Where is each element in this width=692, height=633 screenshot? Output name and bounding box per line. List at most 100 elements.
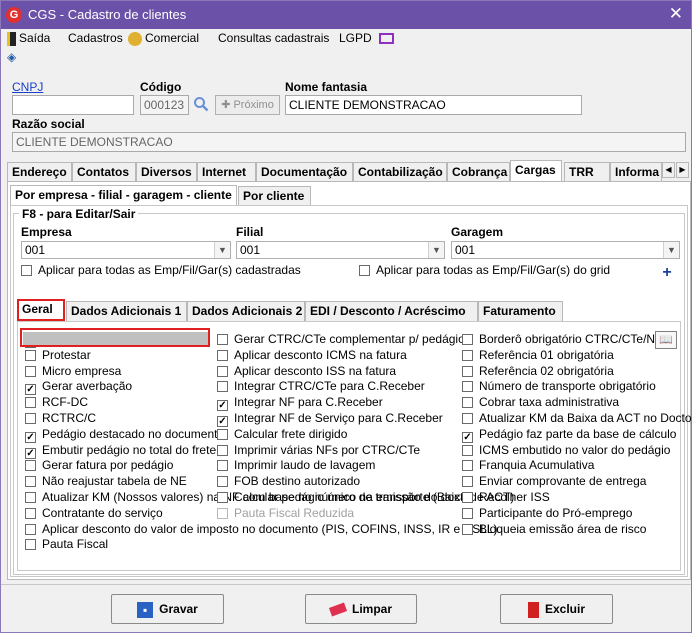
checkbox-recolher-iss[interactable]: Recolher ISS bbox=[462, 490, 550, 505]
close-window-button[interactable]: ✕ bbox=[669, 4, 683, 24]
checkbox-pauta-fiscal[interactable]: Pauta Fiscal bbox=[25, 537, 108, 552]
tab-endereco[interactable]: Endereço bbox=[7, 162, 72, 182]
tab-internet[interactable]: Internet bbox=[197, 162, 256, 182]
tab-dados-adicionais-2[interactable]: Dados Adicionais 2 bbox=[187, 301, 305, 321]
codigo-field[interactable]: 000123 bbox=[140, 95, 189, 115]
checkbox-icms-embutido-no-valor-do-pedagio[interactable]: ICMS embutido no valor do pedágio bbox=[462, 443, 670, 458]
checkbox-label: Pedágio faz parte da base de cálculo bbox=[479, 426, 677, 441]
empresa-select[interactable]: 001 ▼ bbox=[21, 241, 231, 259]
checkbox-fob-destino-autorizado[interactable]: FOB destino autorizado bbox=[217, 474, 360, 489]
checkbox-gerar-averbacao[interactable]: ✓ Gerar averbação bbox=[25, 379, 133, 396]
checkbox-box bbox=[462, 507, 473, 519]
tab-dados-adicionais-1[interactable]: Dados Adicionais 1 bbox=[66, 301, 187, 321]
checkbox-rcf-dc[interactable]: RCF-DC bbox=[25, 395, 88, 410]
cnpj-field[interactable] bbox=[12, 95, 134, 115]
checkbox-numero-de-transporte-obrigatorio[interactable]: Número de transporte obrigatório bbox=[462, 379, 656, 394]
checkbox-label: Calcular pedágio único na emissão do doc… bbox=[234, 490, 471, 504]
checkbox-label: Gerar fatura por pedágio bbox=[42, 458, 174, 473]
menu-saida[interactable]: Saída bbox=[7, 29, 50, 47]
book-icon[interactable]: 📖 bbox=[655, 331, 677, 349]
checkbox-protestar[interactable]: Protestar bbox=[25, 348, 91, 363]
diamond-icon[interactable]: ◈ bbox=[7, 51, 21, 63]
tab-edi-desconto-acrescimo[interactable]: EDI / Desconto / Acréscimo bbox=[305, 301, 478, 321]
tab-por-cliente[interactable]: Por cliente bbox=[238, 186, 311, 206]
clear-button[interactable]: Limpar bbox=[305, 594, 417, 624]
checkbox-bloqueia-emissao-area-de-risco[interactable]: Bloqueia emissão área de risco bbox=[462, 522, 646, 537]
tab-informa[interactable]: Informa bbox=[610, 162, 662, 182]
tab-por-empresa[interactable]: Por empresa - filial - garagem - cliente bbox=[10, 185, 237, 206]
checkbox-integrar-ctrc-cte-para-c-receber[interactable]: Integrar CTRC/CTe para C.Receber bbox=[217, 379, 425, 394]
checkbox-pauta-fiscal-reduzida[interactable]: Pauta Fiscal Reduzida bbox=[217, 506, 354, 521]
checkbox-imprimir-laudo-de-lavagem[interactable]: Imprimir laudo de lavagem bbox=[217, 458, 375, 473]
checkbox-box bbox=[462, 397, 473, 409]
checkbox-box bbox=[217, 492, 228, 503]
save-button[interactable]: ▪ Gravar bbox=[111, 594, 224, 624]
checkbox-rctrc-c[interactable]: RCTRC/C bbox=[25, 411, 96, 426]
checkbox-integrar-nf-para-c-receber[interactable]: ✓ Integrar NF para C.Receber bbox=[217, 395, 383, 412]
checkbox-box bbox=[25, 413, 36, 424]
checkbox-franquia-acumulativa[interactable]: Franquia Acumulativa bbox=[462, 458, 594, 473]
tab-documentacao[interactable]: Documentação bbox=[256, 162, 353, 182]
apply-all-grid-checkbox[interactable]: Aplicar para todas as Emp/Fil/Gar(s) do … bbox=[359, 263, 610, 278]
eraser-icon bbox=[328, 602, 348, 617]
menu-cadastros[interactable]: Cadastros bbox=[68, 29, 123, 47]
checkbox-aplicar-desconto-do-valor-de-imposto-no-[interactable]: Aplicar desconto do valor de imposto no … bbox=[25, 522, 498, 537]
cnpj-label[interactable]: CNPJ bbox=[12, 80, 43, 94]
checkbox-aplicar-desconto-icms-na-fatura[interactable]: Aplicar desconto ICMS na fatura bbox=[217, 348, 407, 363]
checkbox-calcular-frete-dirigido[interactable]: Calcular frete dirigido bbox=[217, 427, 347, 442]
checkbox-box bbox=[462, 523, 473, 535]
checkbox-cobrar-taxa-administrativa[interactable]: Cobrar taxa administrativa bbox=[462, 395, 619, 410]
tab-scroll-right-icon[interactable]: ▶ bbox=[676, 162, 689, 178]
chevron-down-icon: ▼ bbox=[214, 242, 230, 258]
delete-button[interactable]: Excluir bbox=[500, 594, 613, 624]
search-icon[interactable] bbox=[193, 96, 209, 112]
checkbox-pedagio-destacado-no-documento[interactable]: ✓ Pedágio destacado no documento bbox=[25, 427, 224, 443]
checkbox-bordero-obrigatorio-ctrc-cte-nf[interactable]: Borderô obrigatório CTRC/CTe/NF bbox=[462, 332, 662, 347]
checkbox-embutir-pedagio-no-total-do-frete[interactable]: ✓ Embutir pedágio no total do frete bbox=[25, 443, 216, 459]
checkbox-label: Calcular frete dirigido bbox=[234, 426, 348, 441]
checkbox-pedagio-faz-parte-da-base-de-calculo[interactable]: ✓ Pedágio faz parte da base de cálculo bbox=[462, 426, 677, 443]
checkbox-enviar-comprovante-de-entrega[interactable]: Enviar comprovante de entrega bbox=[462, 474, 646, 489]
apply-all-registered-checkbox[interactable]: Aplicar para todas as Emp/Fil/Gar(s) cad… bbox=[21, 263, 301, 278]
checkbox-gerar-ctrc-cte-complementar-p-pedagio[interactable]: Gerar CTRC/CTe complementar p/ pedágio bbox=[217, 332, 465, 347]
filial-select[interactable]: 001 ▼ bbox=[236, 241, 445, 259]
checkbox-box bbox=[462, 349, 473, 361]
add-icon[interactable]: + bbox=[659, 265, 675, 281]
next-button[interactable]: ✚ Próximo bbox=[215, 95, 280, 115]
checkbox-label: Bloqueia emissão área de risco bbox=[479, 521, 647, 536]
tab-cobranca[interactable]: Cobrança bbox=[447, 162, 510, 182]
checkbox-participante-do-pro-emprego[interactable]: Participante do Pró-emprego bbox=[462, 506, 632, 521]
checkbox-imprimir-varias-nfs-por-ctrc-cte[interactable]: Imprimir várias NFs por CTRC/CTe bbox=[217, 443, 420, 458]
tab-scroll-left-icon[interactable]: ◀ bbox=[662, 162, 675, 178]
tab-faturamento[interactable]: Faturamento bbox=[478, 301, 563, 321]
checkbox-calcular-pedagio-unico-na-emissao-do-doc[interactable]: Calcular pedágio único na emissão do doc… bbox=[217, 490, 470, 505]
checkbox-micro-empresa[interactable]: Micro empresa bbox=[25, 364, 121, 379]
nome-fantasia-field[interactable]: CLIENTE DEMONSTRACAO bbox=[285, 95, 582, 115]
menu-lgpd[interactable]: LGPD bbox=[339, 29, 397, 47]
checkbox-label: Gerar averbação bbox=[42, 379, 133, 394]
checkmark-icon: ✓ bbox=[25, 384, 36, 396]
tab-diversos[interactable]: Diversos bbox=[136, 162, 197, 182]
checkbox-label: Recolher ISS bbox=[479, 490, 550, 504]
checkbox-integrar-nf-de-servico-para-c-receber[interactable]: ✓ Integrar NF de Serviço para C.Receber bbox=[217, 411, 443, 427]
checkbox-referencia-02-obrigatoria[interactable]: Referência 02 obrigatória bbox=[462, 364, 614, 379]
group-title: F8 - para Editar/Sair bbox=[19, 207, 139, 221]
checkbox-nao-reajustar-tabela-de-ne[interactable]: Não reajustar tabela de NE bbox=[25, 474, 187, 489]
tab-cargas[interactable]: Cargas bbox=[510, 160, 562, 182]
checkbox-gerar-fatura-por-pedagio[interactable]: Gerar fatura por pedágio bbox=[25, 458, 173, 473]
tab-trr[interactable]: TRR bbox=[564, 162, 610, 182]
checkmark-icon: ✓ bbox=[25, 447, 36, 459]
menu-consultas-cadastrais[interactable]: Consultas cadastrais bbox=[218, 29, 329, 47]
checkbox-referencia-01-obrigatoria[interactable]: Referência 01 obrigatória bbox=[462, 348, 614, 363]
checkbox-label: Número de transporte obrigatório bbox=[479, 379, 656, 394]
checkbox-box bbox=[462, 460, 473, 472]
checkbox-aplicar-desconto-iss-na-fatura[interactable]: Aplicar desconto ISS na fatura bbox=[217, 364, 396, 379]
checkbox-box bbox=[359, 265, 370, 276]
garagem-select[interactable]: 001 ▼ bbox=[451, 241, 680, 259]
menu-comercial[interactable]: Comercial bbox=[128, 29, 199, 47]
razao-social-field[interactable]: CLIENTE DEMONSTRACAO bbox=[12, 132, 686, 152]
checkbox-contratante-do-servico[interactable]: Contratante do serviço bbox=[25, 506, 163, 521]
checkbox-atualizar-km-da-baixa-da-act-no-docto[interactable]: Atualizar KM da Baixa da ACT no Docto bbox=[462, 411, 691, 426]
tab-contatos[interactable]: Contatos bbox=[72, 162, 136, 182]
tab-contabilizacao[interactable]: Contabilização bbox=[353, 162, 447, 182]
